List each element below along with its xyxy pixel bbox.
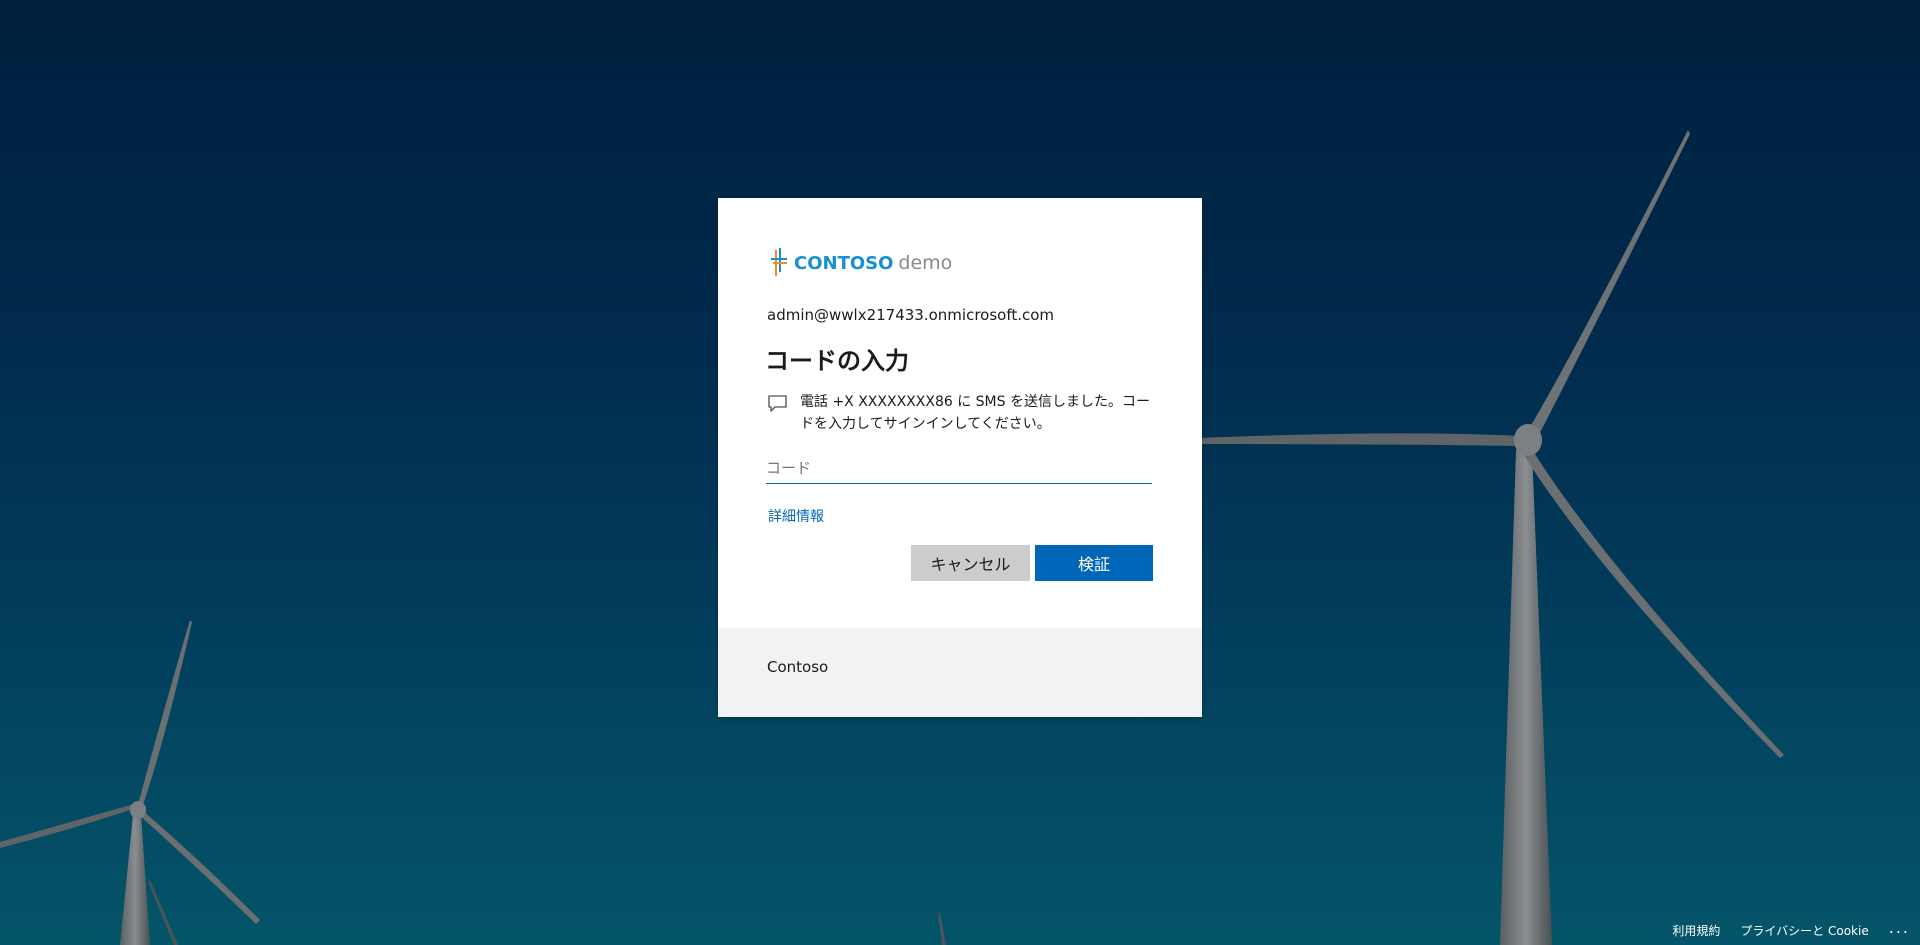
card-body: CONTOSO demo admin@wwlx217433.onmicrosof… [718,198,1202,628]
contoso-logo-icon [771,248,787,276]
sms-message-text: 電話 +X XXXXXXXX86 に SMS を送信しました。コードを入力してサ… [800,394,1150,432]
terms-link[interactable]: 利用規約 [1672,922,1720,939]
logo-brand-text: CONTOSO [794,252,894,274]
organization-name: Contoso [767,658,829,676]
chat-bubble-icon [768,395,787,412]
account-email[interactable]: admin@wwlx217433.onmicrosoft.com [767,306,1054,324]
privacy-cookies-link[interactable]: プライバシーと Cookie [1740,922,1868,939]
card-footer: Contoso [718,628,1202,717]
contoso-logo: CONTOSO demo [768,248,952,278]
page-footer: 利用規約 プライバシーと Cookie ... [1672,915,1920,945]
code-input[interactable] [766,453,1152,484]
more-options-button[interactable]: ... [1889,918,1910,943]
sign-in-card: CONTOSO demo admin@wwlx217433.onmicrosof… [718,198,1202,717]
more-info-link[interactable]: 詳細情報 [768,506,824,526]
logo-suffix-text: demo [898,252,953,274]
page-title: コードの入力 [765,347,909,375]
verify-button[interactable]: 検証 [1035,545,1153,581]
sms-message: 電話 +X XXXXXXXX86 に SMS を送信しました。コードを入力してサ… [766,391,1171,435]
cancel-button[interactable]: キャンセル [911,545,1030,581]
